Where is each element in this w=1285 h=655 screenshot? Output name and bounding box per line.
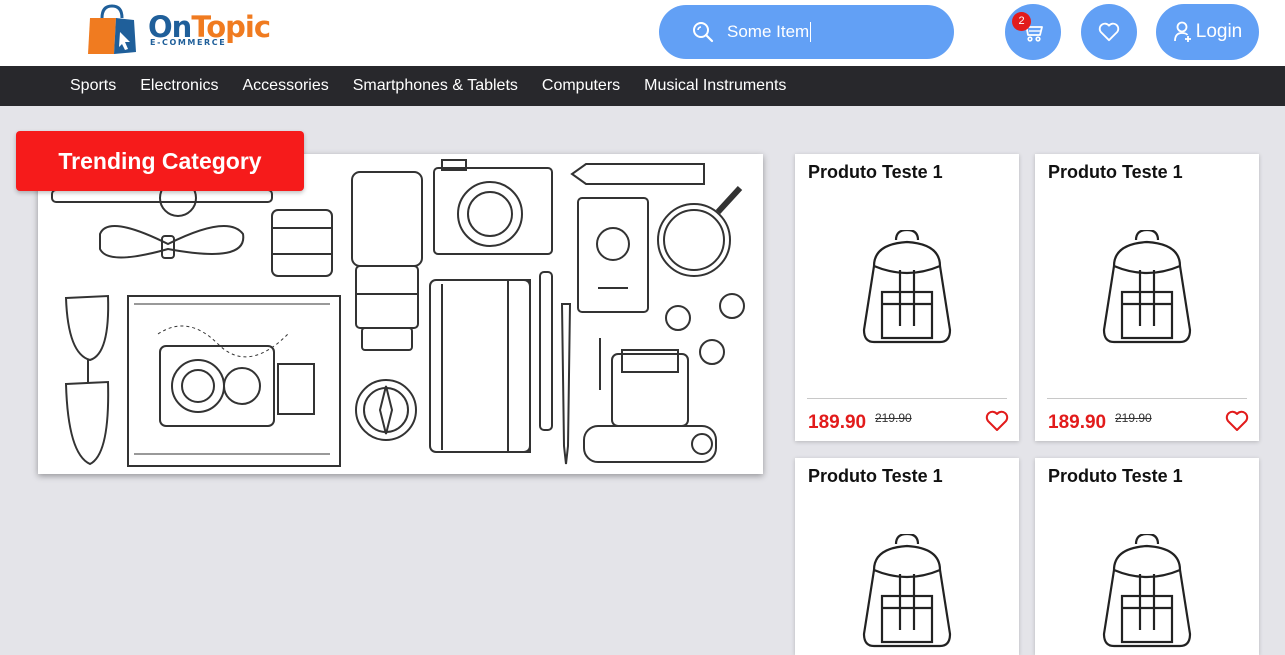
nav-item-sports[interactable]: Sports: [58, 66, 128, 106]
site-logo[interactable]: OnTopic E-COMMERCE: [86, 4, 312, 56]
product-old-price: 219.90: [875, 411, 912, 425]
wishlist-button[interactable]: [1081, 4, 1137, 60]
cart-button[interactable]: 2: [1005, 4, 1061, 60]
trending-banner[interactable]: [38, 154, 763, 474]
site-header: OnTopic E-COMMERCE Some Item 2 Login: [0, 0, 1285, 66]
backpack-product-image: [862, 230, 952, 344]
heart-icon: [1098, 22, 1120, 42]
product-title[interactable]: Produto Teste 1: [808, 162, 943, 183]
backpack-product-image: [1102, 534, 1192, 648]
add-to-wishlist-heart-icon[interactable]: [985, 410, 1009, 432]
product-card[interactable]: Produto Teste 1: [1035, 458, 1259, 655]
search-icon[interactable]: [691, 20, 715, 44]
cart-count-badge: 2: [1012, 12, 1031, 31]
product-card[interactable]: Produto Teste 1 189.90 219.90: [795, 154, 1019, 441]
search-input[interactable]: Some Item: [727, 22, 927, 43]
product-card[interactable]: Produto Teste 1: [795, 458, 1019, 655]
nav-item-accessories[interactable]: Accessories: [231, 66, 341, 106]
product-card[interactable]: Produto Teste 1 189.90 219.90: [1035, 154, 1259, 441]
login-button[interactable]: Login: [1156, 4, 1259, 60]
card-divider: [1047, 398, 1247, 399]
category-nav: Sports Electronics Accessories Smartphon…: [0, 66, 1285, 106]
user-plus-icon: [1173, 21, 1191, 42]
product-title[interactable]: Produto Teste 1: [808, 466, 943, 487]
login-label: Login: [1195, 21, 1243, 42]
backpack-product-image: [862, 534, 952, 648]
shopping-bag-logo-icon: [88, 4, 136, 54]
trending-category-label[interactable]: Trending Category: [16, 131, 304, 191]
search-bar[interactable]: Some Item: [659, 5, 954, 59]
nav-item-musical-instruments[interactable]: Musical Instruments: [632, 66, 798, 106]
product-old-price: 219.90: [1115, 411, 1152, 425]
nav-item-electronics[interactable]: Electronics: [128, 66, 230, 106]
backpack-product-image: [1102, 230, 1192, 344]
product-title[interactable]: Produto Teste 1: [1048, 466, 1183, 487]
product-price: 189.90: [1048, 412, 1107, 433]
add-to-wishlist-heart-icon[interactable]: [1225, 410, 1249, 432]
travel-items-illustration: [51, 159, 745, 467]
nav-item-smartphones-tablets[interactable]: Smartphones & Tablets: [341, 66, 530, 106]
logo-subtitle: E-COMMERCE: [150, 38, 227, 47]
product-title[interactable]: Produto Teste 1: [1048, 162, 1183, 183]
product-price: 189.90: [808, 412, 867, 433]
search-input-value: Some Item: [727, 21, 810, 41]
card-divider: [807, 398, 1007, 399]
nav-item-computers[interactable]: Computers: [530, 66, 632, 106]
text-cursor: [810, 22, 812, 43]
